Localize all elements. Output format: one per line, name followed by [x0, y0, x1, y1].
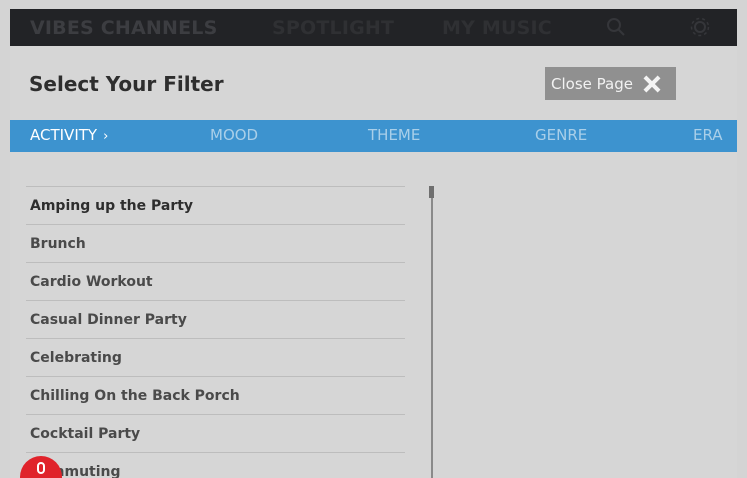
chevron-right-icon: › [103, 129, 109, 144]
nav-spotlight[interactable]: SPOTLIGHT [272, 17, 394, 39]
pin-icon [37, 462, 45, 474]
list-item[interactable]: Commuting [26, 452, 405, 478]
activity-list: Amping up the Party Brunch Cardio Workou… [26, 186, 405, 478]
close-page-button[interactable]: Close Page [545, 67, 676, 100]
tab-activity[interactable]: ACTIVITY › [30, 126, 108, 144]
app-window: VIBES CHANNELS SPOTLIGHT MY MUSIC Select… [0, 0, 747, 478]
list-item[interactable]: Celebrating [26, 338, 405, 376]
top-navigation: VIBES CHANNELS SPOTLIGHT MY MUSIC [10, 9, 737, 46]
list-item[interactable]: Chilling On the Back Porch [26, 376, 405, 414]
gear-icon[interactable] [690, 17, 710, 40]
scrollbar-thumb[interactable] [429, 186, 434, 198]
list-item[interactable]: Cocktail Party [26, 414, 405, 452]
close-icon [643, 75, 661, 93]
scrollbar-track[interactable] [431, 186, 433, 478]
list-item[interactable]: Brunch [26, 224, 405, 262]
tab-genre[interactable]: GENRE [535, 126, 587, 144]
filter-tabs: ACTIVITY › MOOD THEME GENRE ERA [10, 120, 737, 152]
close-page-label: Close Page [551, 74, 633, 93]
nav-vibes-channels[interactable]: VIBES CHANNELS [30, 17, 217, 39]
list-item[interactable]: Amping up the Party [26, 186, 405, 224]
tab-era[interactable]: ERA [693, 126, 723, 144]
nav-my-music[interactable]: MY MUSIC [442, 17, 552, 39]
tab-mood[interactable]: MOOD [210, 126, 258, 144]
page-title: Select Your Filter [29, 72, 224, 96]
list-item[interactable]: Cardio Workout [26, 262, 405, 300]
filter-panel: Select Your Filter Close Page ACTIVITY › … [10, 46, 737, 478]
list-item[interactable]: Casual Dinner Party [26, 300, 405, 338]
tab-theme[interactable]: THEME [368, 126, 420, 144]
tab-activity-label: ACTIVITY [30, 126, 98, 144]
search-icon[interactable] [606, 17, 626, 40]
